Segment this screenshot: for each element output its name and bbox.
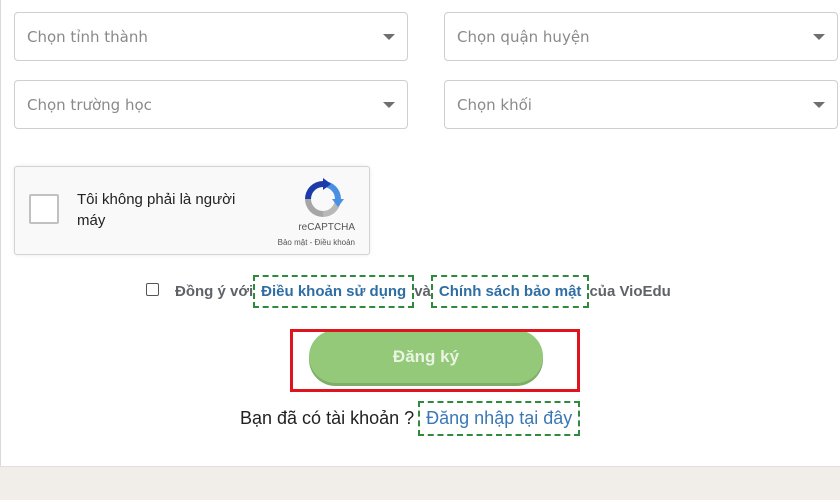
login-link[interactable]: Đăng nhập tại đây [418, 400, 581, 436]
province-select[interactable]: Chọn tỉnh thành [14, 12, 408, 61]
recaptcha-brand: reCAPTCHA [298, 222, 355, 233]
agree-middle: và [414, 282, 431, 300]
chevron-down-icon [813, 33, 825, 40]
district-select-placeholder: Chọn quận huyện [457, 27, 590, 46]
chevron-down-icon [383, 33, 395, 40]
chevron-down-icon [383, 101, 395, 108]
recaptcha-checkbox[interactable] [29, 194, 59, 224]
province-select-placeholder: Chọn tỉnh thành [27, 27, 148, 46]
recaptcha-logo-icon [305, 178, 344, 217]
district-select[interactable]: Chọn quận huyện [444, 12, 838, 61]
agree-terms-row: Đồng ý với Điều khoản sử dụng và Chính s… [146, 274, 671, 308]
recaptcha-label: Tôi không phải là người máy [77, 191, 236, 229]
school-select-placeholder: Chọn trường học [27, 95, 152, 114]
agree-terms-checkbox[interactable] [146, 282, 159, 296]
highlight-annotation [290, 329, 580, 392]
registration-form: Chọn tỉnh thành Chọn quận huyện Chọn trư… [0, 0, 840, 467]
chevron-down-icon [813, 101, 825, 108]
login-prompt-row: Bạn đã có tài khoản ? Đăng nhập tại đây [240, 400, 581, 436]
recaptcha-links[interactable]: Bảo mật - Điều khoản [278, 238, 355, 247]
agree-suffix: của VioEdu [589, 282, 671, 300]
grade-select-placeholder: Chọn khối [457, 95, 532, 114]
school-select[interactable]: Chọn trường học [14, 80, 408, 129]
agree-prefix: Đồng ý với [175, 282, 254, 300]
terms-of-use-link[interactable]: Điều khoản sử dụng [253, 274, 415, 308]
privacy-policy-link[interactable]: Chính sách bảo mật [430, 274, 590, 308]
recaptcha-widget: Tôi không phải là người máy reCAPTCHA Bả… [14, 166, 370, 255]
grade-select[interactable]: Chọn khối [444, 80, 838, 129]
login-prompt: Bạn đã có tài khoản ? [240, 407, 415, 428]
